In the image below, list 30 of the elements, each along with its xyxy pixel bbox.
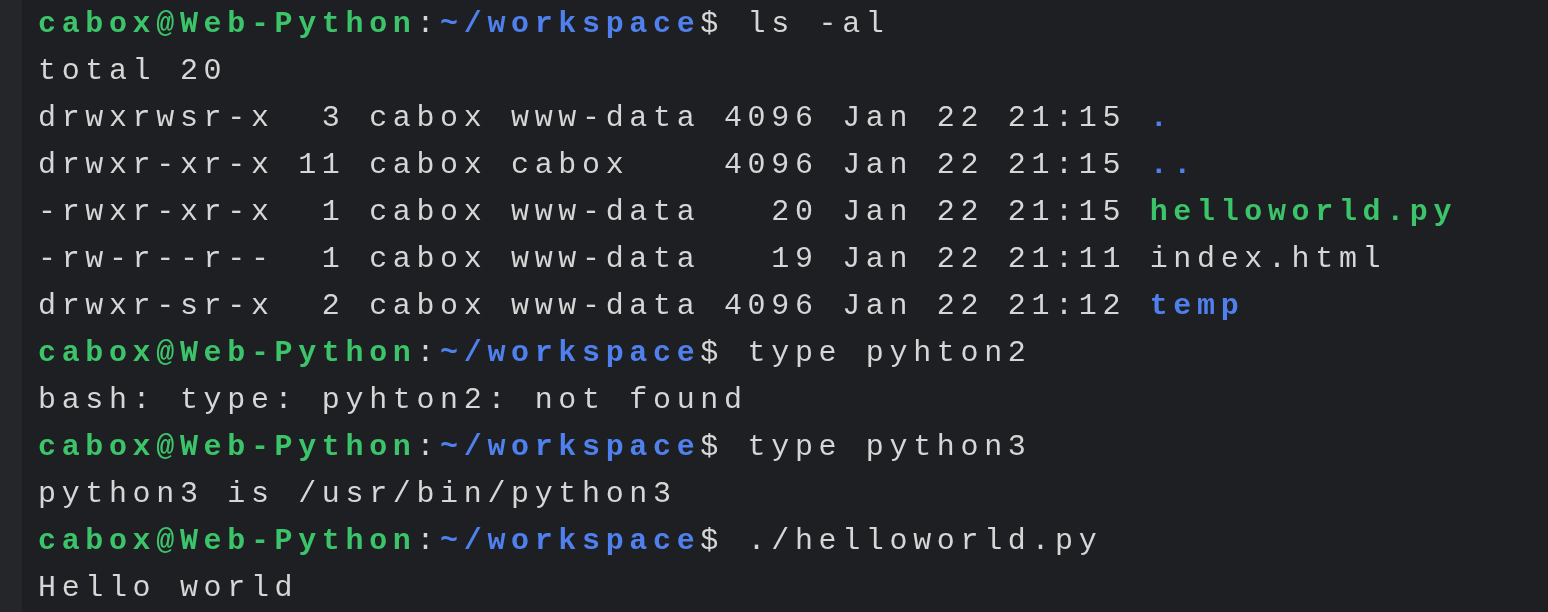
prompt-path: ~/workspace: [440, 430, 701, 464]
prompt-user: cabox@Web-Python: [38, 7, 417, 41]
terminal-text: python3 is /usr/bin/python3: [38, 477, 677, 511]
prompt-user: cabox@Web-Python: [38, 336, 417, 370]
prompt-path: ~/workspace: [440, 524, 701, 558]
terminal-text: $ ls -al: [700, 7, 890, 41]
terminal-text: $ type pyhton2: [700, 336, 1032, 370]
terminal-text: :: [416, 430, 441, 464]
terminal-text: total 20: [38, 54, 228, 88]
directory-name: temp: [1149, 289, 1245, 323]
terminal-text: $ ./helloworld.py: [700, 524, 1103, 558]
prompt-path: ~/workspace: [440, 7, 701, 41]
executable-file-name: helloworld.py: [1149, 195, 1458, 229]
terminal-text: drwxr-sr-x 2 cabox www-data 4096 Jan 22 21:12: [38, 289, 1128, 323]
terminal-text: -rw-r--r-- 1 cabox www-data 19 Jan 22 21:11: [38, 242, 1128, 276]
terminal-text: drwxrwsr-x 3 cabox www-data 4096 Jan 22 21:15: [38, 101, 1128, 135]
terminal-text: bash: type: pyhton2: not found: [38, 383, 748, 417]
terminal-text: -rwxr-xr-x 1 cabox www-data 20 Jan 22 21:15: [38, 195, 1128, 229]
directory-name: .: [1149, 101, 1174, 135]
terminal-text: Hello world: [38, 571, 299, 605]
prompt-user: cabox@Web-Python: [38, 430, 417, 464]
terminal-text: drwxr-xr-x 11 cabox cabox 4096 Jan 22 21:15: [38, 148, 1128, 182]
prompt-user: cabox@Web-Python: [38, 524, 417, 558]
terminal-text: $ type python3: [700, 430, 1032, 464]
terminal-text: :: [416, 336, 441, 370]
prompt-path: ~/workspace: [440, 336, 701, 370]
terminal-text: :: [416, 524, 441, 558]
terminal-text: :: [416, 7, 441, 41]
directory-name: ..: [1149, 148, 1197, 182]
file-name: index.html: [1149, 242, 1387, 276]
